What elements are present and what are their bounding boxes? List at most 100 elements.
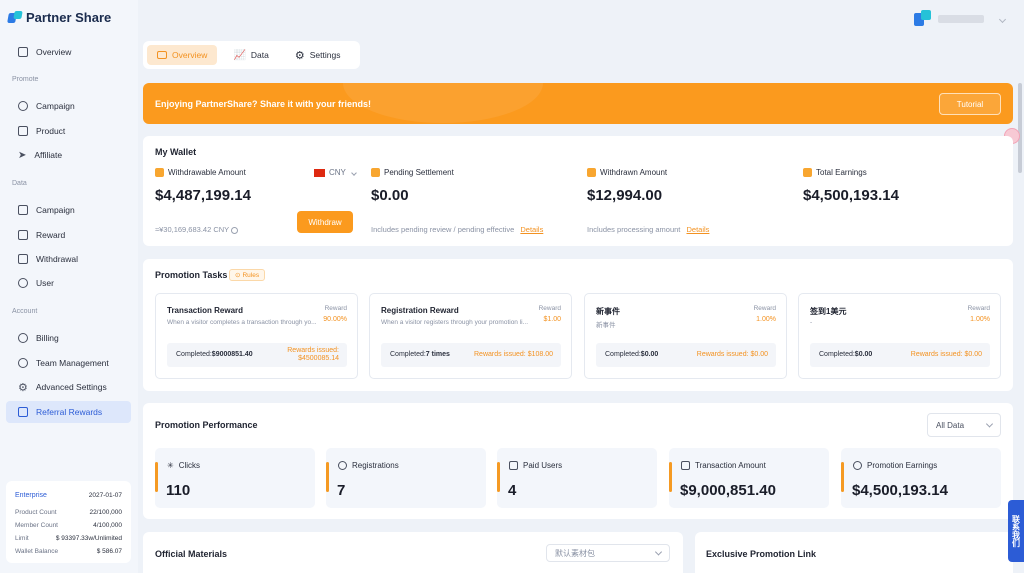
- sidebar-item-label: Team Management: [36, 358, 109, 368]
- sidebar-item-product[interactable]: Product: [6, 120, 131, 142]
- metric-accent-bar: [497, 462, 500, 492]
- sidebar-item-withdrawal[interactable]: Withdrawal: [6, 248, 131, 270]
- metric-value: 110: [166, 482, 191, 499]
- withdrawn-value: $12,994.00: [587, 187, 663, 204]
- sidebar-item-data-campaign[interactable]: Campaign: [6, 199, 131, 221]
- user-icon: [338, 461, 347, 470]
- data-filter-value: All Data: [936, 420, 965, 430]
- sidebar-item-referral-rewards[interactable]: Referral Rewards: [6, 401, 131, 423]
- box-icon: [18, 126, 28, 136]
- task-name: Registration Reward: [381, 306, 459, 315]
- promotion-tasks-title: Promotion Tasks: [155, 270, 228, 280]
- sidebar-item-team-management[interactable]: Team Management: [6, 352, 131, 374]
- withdrawn-block: Withdrawn Amount $12,994.00: [587, 168, 667, 204]
- section-label-data: Data: [12, 180, 27, 187]
- sidebar-item-promote-campaign[interactable]: Campaign: [6, 95, 131, 117]
- withdrawn-note-text: Includes processing amount: [587, 225, 681, 234]
- tab-overview[interactable]: Overview: [147, 45, 218, 65]
- chart-icon: 📈: [233, 49, 246, 61]
- monitor-icon: [18, 47, 28, 57]
- completed-value: $9000851.40: [211, 351, 253, 358]
- contact-us-tab[interactable]: 联系我们: [1008, 500, 1024, 562]
- plan-stat-value: $ 93397.33w/Unlimited: [55, 535, 122, 542]
- completed-label: Completed:: [390, 351, 426, 358]
- sidebar-item-overview[interactable]: Overview: [6, 41, 131, 63]
- sidebar-item-advanced-settings[interactable]: ⚙ Advanced Settings: [6, 376, 131, 398]
- plan-row: Enterprise 2027-01-07: [15, 489, 122, 502]
- withdrawable-value: $4,487,199.14: [155, 187, 251, 204]
- task-stats: Completed:$0.00 Rewards issued: $0.00: [810, 343, 990, 367]
- tab-settings[interactable]: ⚙ Settings: [285, 45, 351, 65]
- pending-note: Includes pending review / pending effect…: [371, 225, 543, 234]
- sidebar-item-user[interactable]: User: [6, 272, 131, 294]
- task-description: -: [810, 319, 813, 326]
- flag-icon: [314, 168, 325, 177]
- plan-stat-row: Member Count 4/100,000: [15, 519, 122, 532]
- plan-stat-label: Member Count: [15, 522, 58, 529]
- data-filter-select[interactable]: All Data: [927, 413, 1001, 437]
- task-completed: Completed:$0.00: [819, 351, 872, 358]
- sidebar-item-label: Affiliate: [34, 150, 63, 160]
- withdraw-button[interactable]: Withdraw: [297, 211, 353, 233]
- sidebar-item-billing[interactable]: Billing: [6, 327, 131, 349]
- tutorial-button[interactable]: Tutorial: [939, 93, 1001, 115]
- pending-label-text: Pending Settlement: [384, 168, 454, 177]
- avatar: [914, 10, 932, 28]
- money-bag-icon: [853, 461, 862, 470]
- tab-data[interactable]: 📈 Data: [223, 45, 278, 65]
- sidebar-item-label: Campaign: [36, 101, 75, 111]
- metric-value: $4,500,193.14: [852, 482, 948, 499]
- task-card[interactable]: Registration Reward When a visitor regis…: [369, 293, 572, 379]
- plan-stat-row: Wallet Balance $ 586.07: [15, 545, 122, 558]
- sidebar-item-affiliate[interactable]: ➤ Affiliate: [6, 144, 131, 166]
- promotion-link-title: Exclusive Promotion Link: [706, 549, 817, 559]
- task-card[interactable]: Transaction Reward When a visitor comple…: [155, 293, 358, 379]
- reward-label: Reward: [538, 305, 561, 312]
- overview-icon: [157, 51, 167, 59]
- reward-label: Reward: [324, 305, 347, 312]
- task-name: Transaction Reward: [167, 306, 244, 315]
- user-icon: [18, 278, 28, 288]
- app-name: Partner Share: [26, 10, 112, 25]
- sidebar-item-label: Campaign: [36, 205, 75, 215]
- rules-button[interactable]: ⊙ Rules: [229, 269, 266, 281]
- withdrawable-label-text: Withdrawable Amount: [168, 168, 246, 177]
- clock-icon: ⊙: [235, 272, 241, 279]
- currency-select[interactable]: CNY: [314, 168, 357, 177]
- sidebar-item-label: Reward: [36, 230, 66, 240]
- task-description: 新事件: [596, 322, 616, 329]
- wallet-title: My Wallet: [155, 147, 197, 157]
- metric-card-promotion-earnings: Promotion Earnings $4,500,193.14: [841, 448, 1001, 508]
- converted-amount: ≈¥30,169,683.42 CNY: [155, 225, 239, 234]
- pending-note-text: Includes pending review / pending effect…: [371, 225, 515, 234]
- sidebar-item-label: Billing: [36, 333, 59, 343]
- user-menu[interactable]: [914, 10, 1007, 28]
- tab-bar: Overview 📈 Data ⚙ Settings: [143, 41, 360, 69]
- withdrawn-note: Includes processing amount Details: [587, 225, 709, 234]
- hourglass-icon: [371, 168, 380, 177]
- sidebar-item-reward[interactable]: Reward: [6, 224, 131, 246]
- task-card[interactable]: 签到1美元 - Reward 1.00% Completed:$0.00 Rew…: [798, 293, 1001, 379]
- app-logo[interactable]: Partner Share: [7, 10, 112, 25]
- materials-select[interactable]: 默认素材包: [546, 544, 670, 562]
- task-card[interactable]: 新事件 新事件 Reward 1.00% Completed:$0.00 Rew…: [584, 293, 787, 379]
- plan-stat-value: $ 586.07: [96, 548, 122, 555]
- withdrawn-details-link[interactable]: Details: [686, 225, 709, 234]
- plan-stat-label: Wallet Balance: [15, 548, 59, 555]
- chevron-down-icon: [654, 548, 663, 556]
- currency-code: CNY: [329, 168, 346, 177]
- task-name: 新事件: [596, 307, 620, 316]
- pending-details-link[interactable]: Details: [520, 225, 543, 234]
- sidebar-item-label: User: [36, 278, 54, 288]
- completed-value: $0.00: [640, 351, 659, 358]
- scrollbar[interactable]: [1018, 83, 1022, 173]
- reward-label: Reward: [753, 305, 776, 312]
- coins-icon: [803, 168, 812, 177]
- metric-label-text: Paid Users: [523, 461, 563, 470]
- calendar-icon: [18, 205, 28, 215]
- metric-label: Paid Users: [509, 461, 562, 470]
- metric-label: ✳ Clicks: [167, 461, 200, 470]
- metric-label: Promotion Earnings: [853, 461, 937, 470]
- withdrawable-label: Withdrawable Amount: [155, 168, 251, 177]
- pending-block: Pending Settlement $0.00: [371, 168, 454, 204]
